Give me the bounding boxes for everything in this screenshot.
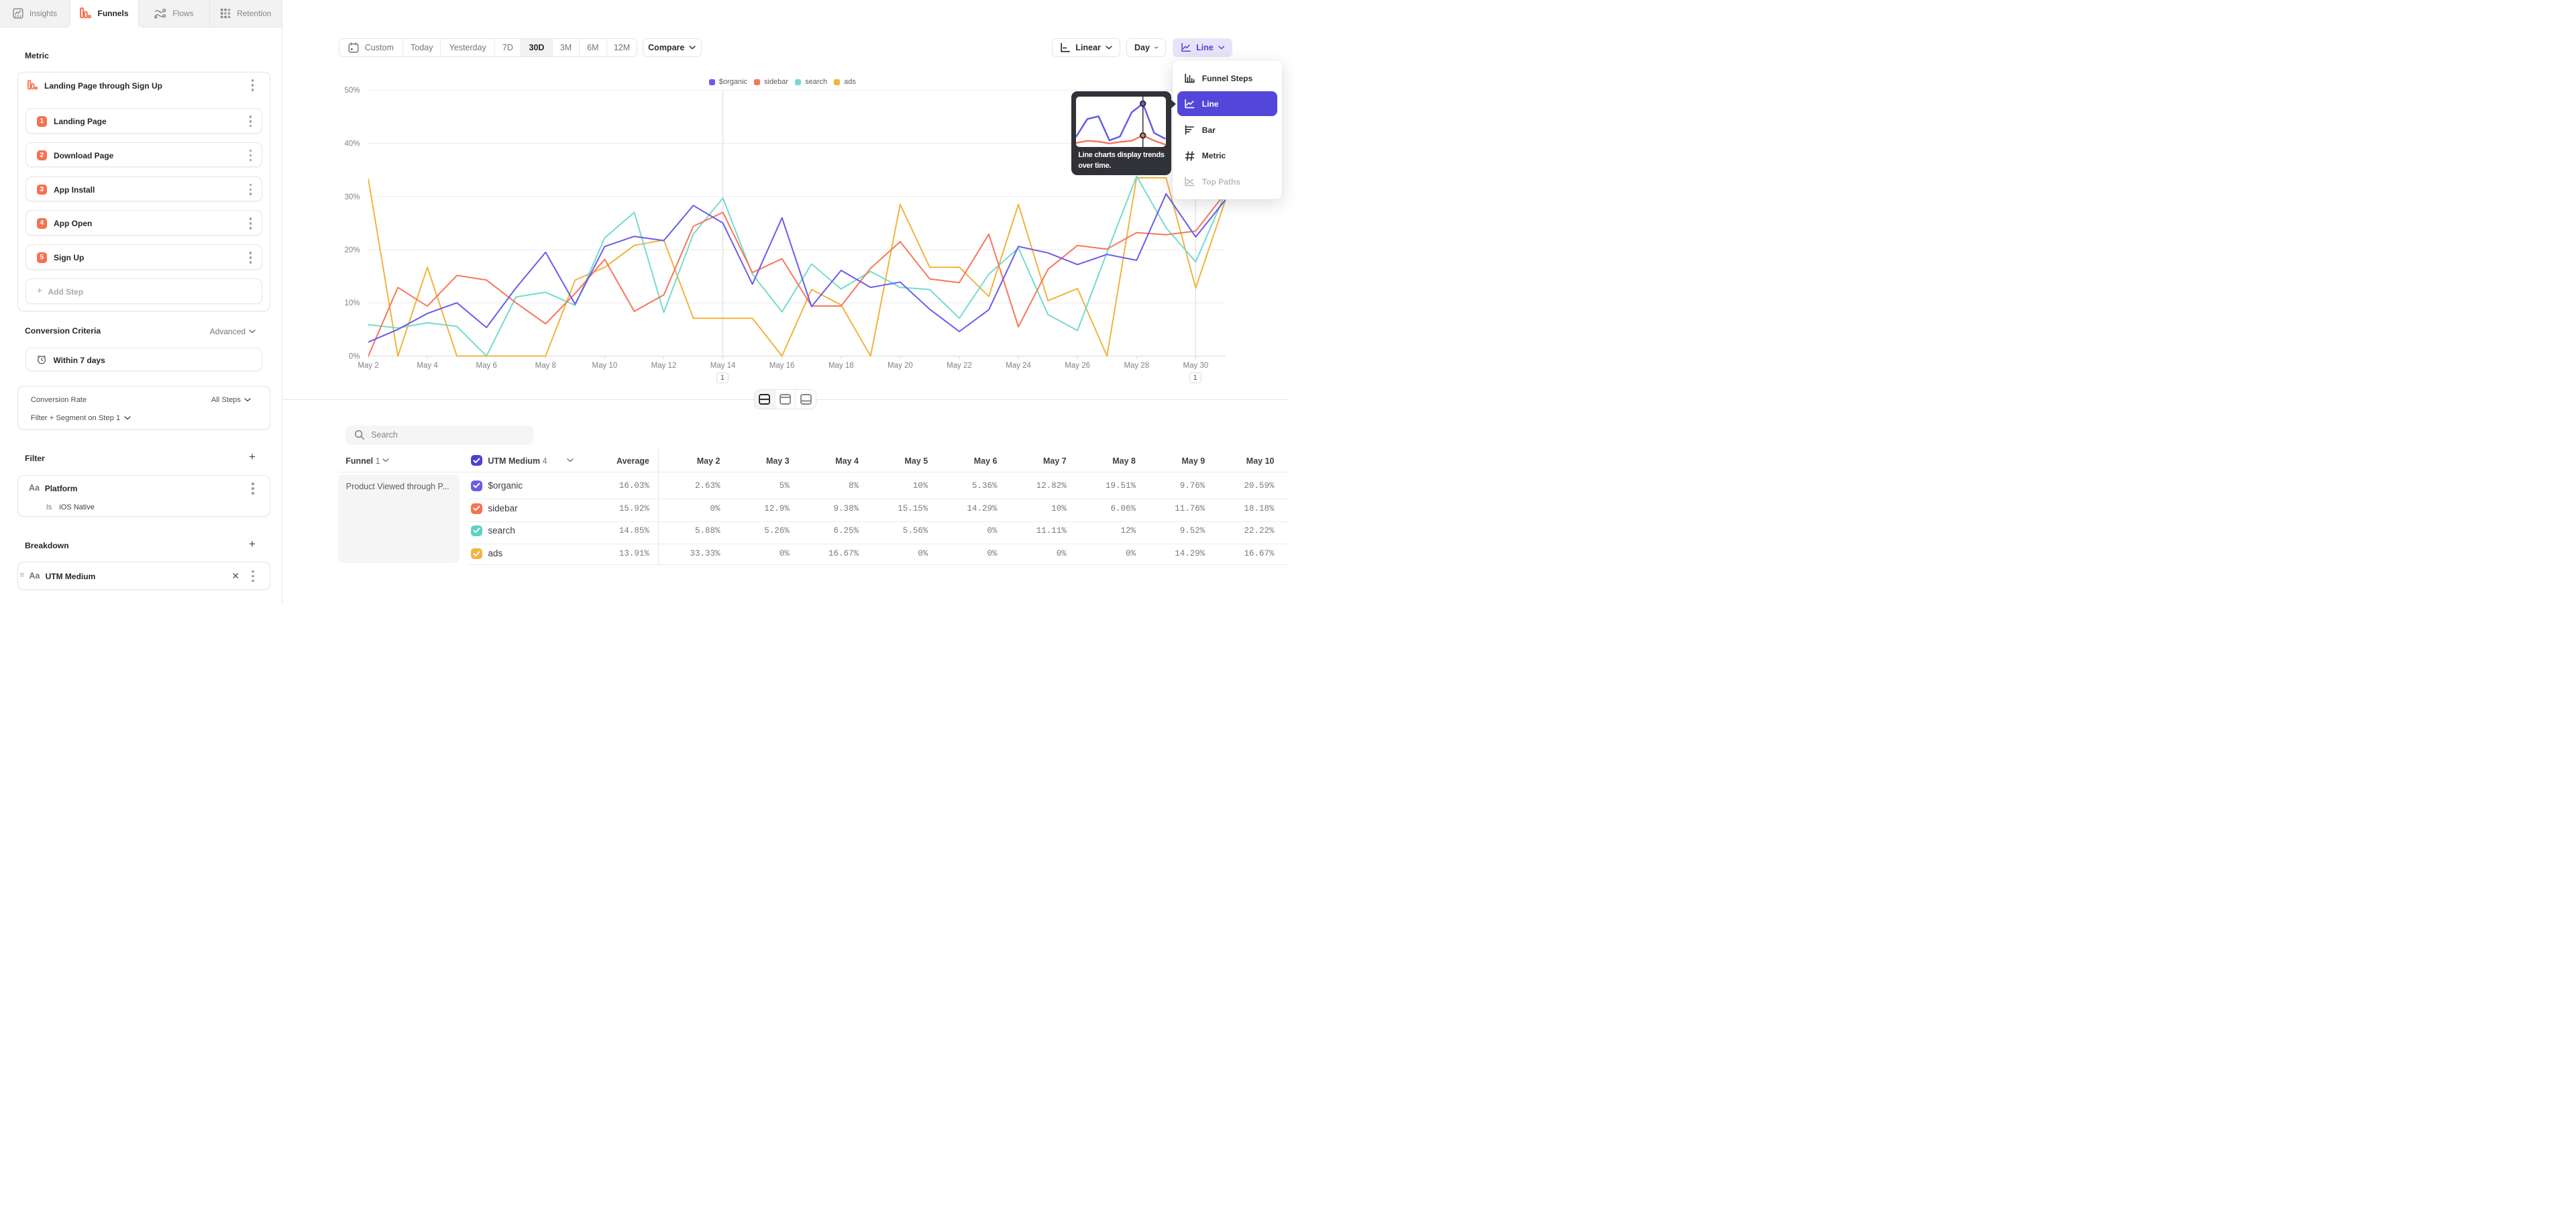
svg-text:May 28: May 28 bbox=[1124, 362, 1149, 370]
svg-text:May 18: May 18 bbox=[828, 362, 854, 370]
svg-text:May 2: May 2 bbox=[358, 362, 378, 370]
svg-text:40%: 40% bbox=[344, 140, 360, 148]
svg-text:May 22: May 22 bbox=[947, 362, 972, 370]
svg-text:May 4: May 4 bbox=[417, 362, 438, 370]
svg-text:May 6: May 6 bbox=[476, 362, 497, 370]
svg-text:May 12: May 12 bbox=[651, 362, 677, 370]
svg-text:30%: 30% bbox=[344, 193, 360, 201]
svg-text:May 16: May 16 bbox=[769, 362, 795, 370]
svg-text:May 8: May 8 bbox=[535, 362, 556, 370]
svg-text:May 30: May 30 bbox=[1183, 362, 1209, 370]
svg-text:50%: 50% bbox=[344, 87, 360, 95]
svg-text:May 14: May 14 bbox=[710, 362, 736, 370]
svg-text:May 26: May 26 bbox=[1065, 362, 1090, 370]
svg-text:20%: 20% bbox=[344, 246, 360, 254]
svg-text:10%: 10% bbox=[344, 299, 360, 307]
svg-text:May 20: May 20 bbox=[888, 362, 913, 370]
svg-text:0%: 0% bbox=[349, 353, 360, 361]
svg-text:May 10: May 10 bbox=[592, 362, 618, 370]
svg-text:May 24: May 24 bbox=[1006, 362, 1031, 370]
